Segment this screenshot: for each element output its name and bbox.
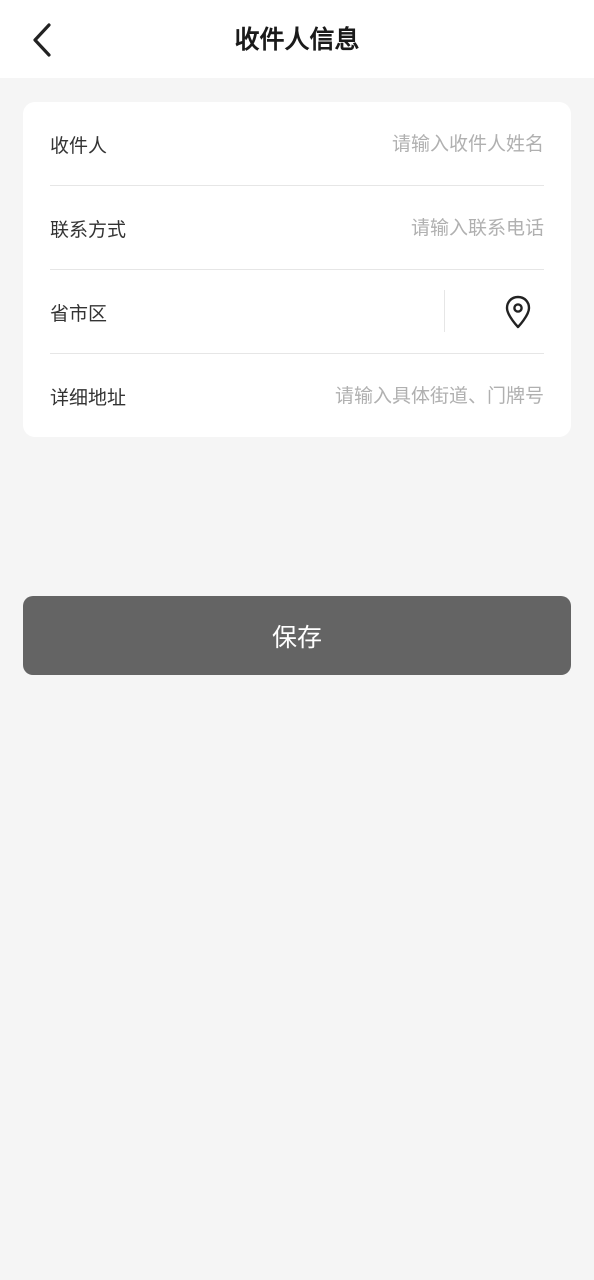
region-label: 省市区 (50, 302, 108, 325)
save-button[interactable]: 保存 (23, 596, 571, 675)
recipient-label: 收件人 (50, 134, 108, 157)
address-label: 详细地址 (50, 386, 127, 409)
recipient-row: 收件人 (50, 102, 544, 186)
phone-input[interactable] (170, 217, 544, 239)
address-row: 详细地址 (50, 354, 544, 438)
location-pin-icon (505, 295, 531, 329)
address-input[interactable] (170, 385, 544, 407)
phone-label: 联系方式 (50, 218, 127, 241)
recipient-name-input[interactable] (170, 133, 544, 155)
top-bar: 收件人信息 (0, 0, 594, 78)
phone-row: 联系方式 (50, 186, 544, 270)
region-separator (444, 290, 445, 332)
page-title: 收件人信息 (234, 25, 360, 54)
location-button[interactable] (498, 292, 538, 332)
recipient-form-card: 收件人 联系方式 省市区 详细地址 (23, 102, 571, 437)
region-row[interactable]: 省市区 (50, 270, 544, 354)
